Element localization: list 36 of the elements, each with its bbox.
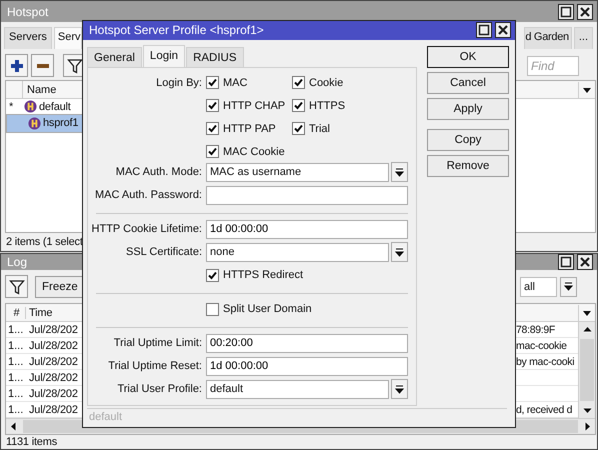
table-cell-text: 1... <box>7 388 24 400</box>
table-cell-text: Jul/28/202 <box>28 388 79 400</box>
status-text: 1131 items <box>6 436 57 448</box>
table-cell: mac-cookie <box>516 340 567 352</box>
column-header: Time <box>28 306 54 319</box>
table-cell-text: 1... <box>7 340 24 352</box>
table-cell-text: 1... <box>7 372 24 384</box>
field-label: MAC Auth. Password: <box>94 189 203 202</box>
field-label: HTTP Cookie Lifetime: <box>90 223 203 236</box>
table-cell-text: 1... <box>7 324 24 336</box>
table-cell-text: Jul/28/202 <box>28 404 79 416</box>
field-label: Trial Uptime Limit: <box>112 337 203 350</box>
field-label: Trial User Profile: <box>116 383 203 396</box>
default-marker: * <box>9 100 14 112</box>
field-label: Login By: <box>155 76 203 89</box>
table-cell: by mac-cooki <box>516 356 574 368</box>
table-cell-text: Jul/28/202 <box>28 324 79 336</box>
column-header: # <box>6 306 26 319</box>
column-header: Name <box>26 84 56 96</box>
window-title: Log <box>7 255 28 270</box>
status-text: default <box>88 410 122 423</box>
table-cell: 78:89:9F <box>516 324 556 336</box>
dialog-title: Hotspot Server Profile <hsprof1> <box>89 23 264 38</box>
table-cell-text: 1... <box>7 404 24 416</box>
table-cell-text: Jul/28/202 <box>28 356 79 368</box>
field-label: SSL Certificate: <box>124 246 203 258</box>
table-cell: d, received d <box>516 404 572 416</box>
table-cell-text: Jul/28/202 <box>28 340 79 352</box>
field-label: Trial Uptime Reset: <box>107 360 203 372</box>
table-cell-text: Jul/28/202 <box>28 372 79 384</box>
field-label: MAC Auth. Mode: <box>114 166 203 178</box>
status-text: 2 items (1 select <box>6 236 83 248</box>
window-title: Hotspot <box>7 4 48 18</box>
table-cell-text: hsprof1 <box>43 116 78 131</box>
table-cell-text: 1... <box>7 356 24 368</box>
table-cell: default <box>39 100 71 112</box>
